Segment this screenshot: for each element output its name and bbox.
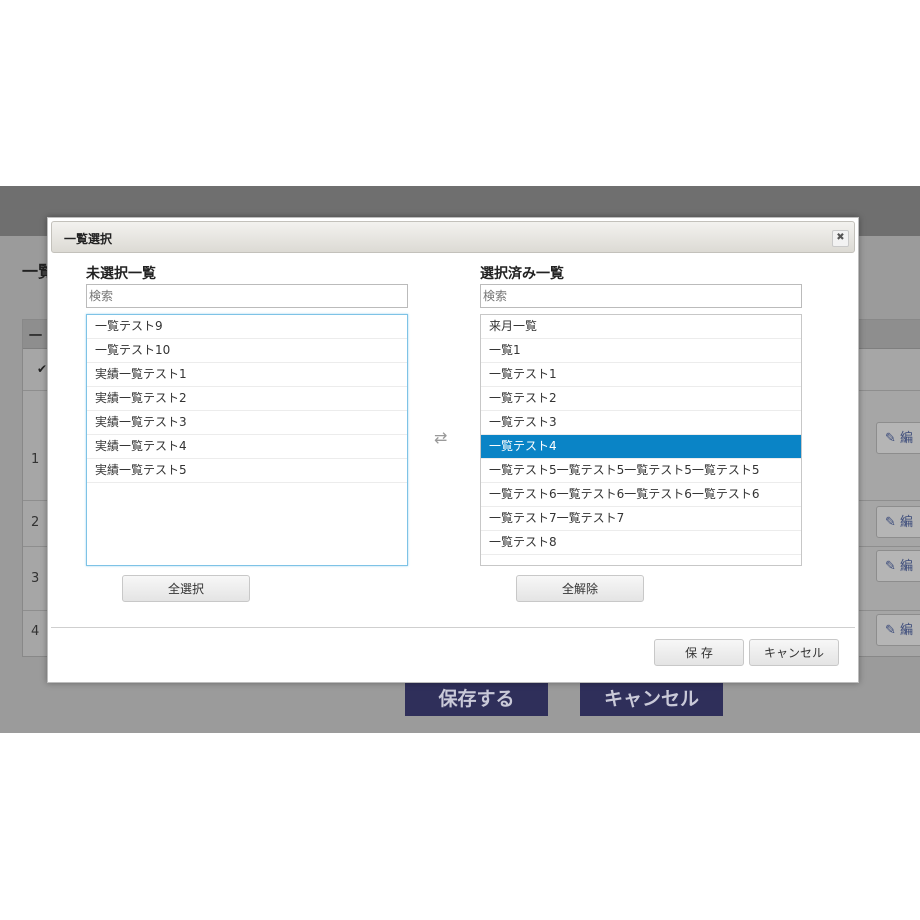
list-item-selected[interactable]: 一覧テスト4 bbox=[481, 435, 801, 459]
background-edit-button: ✎ 編 bbox=[876, 506, 920, 538]
deselect-all-button[interactable]: 全解除 bbox=[516, 575, 644, 602]
list-item[interactable]: 一覧1 bbox=[481, 339, 801, 363]
list-item[interactable]: 一覧テスト7一覧テスト7 bbox=[481, 507, 801, 531]
background-cancel-button: キャンセル bbox=[580, 682, 723, 716]
list-item[interactable]: 一覧テスト5一覧テスト5一覧テスト5一覧テスト5 bbox=[481, 459, 801, 483]
background-row-number: 1 bbox=[31, 452, 39, 467]
list-item[interactable]: 一覧テスト8 bbox=[481, 531, 801, 555]
list-select-dialog: 一覧選択 ✖ 未選択一覧 一覧テスト9 一覧テスト10 実績一覧テスト1 実績一… bbox=[47, 217, 859, 683]
list-item[interactable]: 一覧テスト9 bbox=[87, 315, 407, 339]
background-row-number: 2 bbox=[31, 515, 39, 530]
dialog-title: 一覧選択 bbox=[64, 230, 112, 247]
selected-search-input[interactable] bbox=[480, 284, 802, 308]
selected-list-title: 選択済み一覧 bbox=[480, 263, 564, 283]
footer-divider bbox=[51, 627, 855, 628]
dialog-header: 一覧選択 ✖ bbox=[51, 221, 855, 253]
list-item[interactable]: 実績一覧テスト1 bbox=[87, 363, 407, 387]
background-table-header-label: 一 bbox=[29, 325, 42, 344]
background-row-number: 3 bbox=[31, 571, 39, 586]
background-row-number: 4 bbox=[31, 624, 39, 639]
list-item[interactable]: 実績一覧テスト2 bbox=[87, 387, 407, 411]
list-item[interactable]: 実績一覧テスト5 bbox=[87, 459, 407, 483]
save-button[interactable]: 保 存 bbox=[654, 639, 744, 666]
list-item[interactable]: 実績一覧テスト3 bbox=[87, 411, 407, 435]
background-edit-button: ✎ 編 bbox=[876, 422, 920, 454]
select-all-button[interactable]: 全選択 bbox=[122, 575, 250, 602]
list-item[interactable]: 一覧テスト2 bbox=[481, 387, 801, 411]
close-icon[interactable]: ✖ bbox=[832, 230, 849, 247]
list-item[interactable]: 一覧テスト6一覧テスト6一覧テスト6一覧テスト6 bbox=[481, 483, 801, 507]
unselected-list-title: 未選択一覧 bbox=[86, 263, 156, 283]
swap-arrows-icon: ⇄ bbox=[434, 428, 447, 447]
cancel-button[interactable]: キャンセル bbox=[749, 639, 839, 666]
background-edit-button: ✎ 編 bbox=[876, 550, 920, 582]
background-save-button: 保存する bbox=[405, 682, 548, 716]
list-item[interactable]: 一覧テスト1 bbox=[481, 363, 801, 387]
unselected-search-input[interactable] bbox=[86, 284, 408, 308]
background-edit-button: ✎ 編 bbox=[876, 614, 920, 646]
selected-listbox[interactable]: 来月一覧 一覧1 一覧テスト1 一覧テスト2 一覧テスト3 一覧テスト4 一覧テ… bbox=[480, 314, 802, 566]
list-item[interactable]: 来月一覧 bbox=[481, 315, 801, 339]
unselected-listbox[interactable]: 一覧テスト9 一覧テスト10 実績一覧テスト1 実績一覧テスト2 実績一覧テスト… bbox=[86, 314, 408, 566]
list-item[interactable]: 一覧テスト10 bbox=[87, 339, 407, 363]
list-item[interactable]: 一覧テスト3 bbox=[481, 411, 801, 435]
list-item[interactable]: 実績一覧テスト4 bbox=[87, 435, 407, 459]
check-icon: ✔ bbox=[37, 362, 47, 376]
